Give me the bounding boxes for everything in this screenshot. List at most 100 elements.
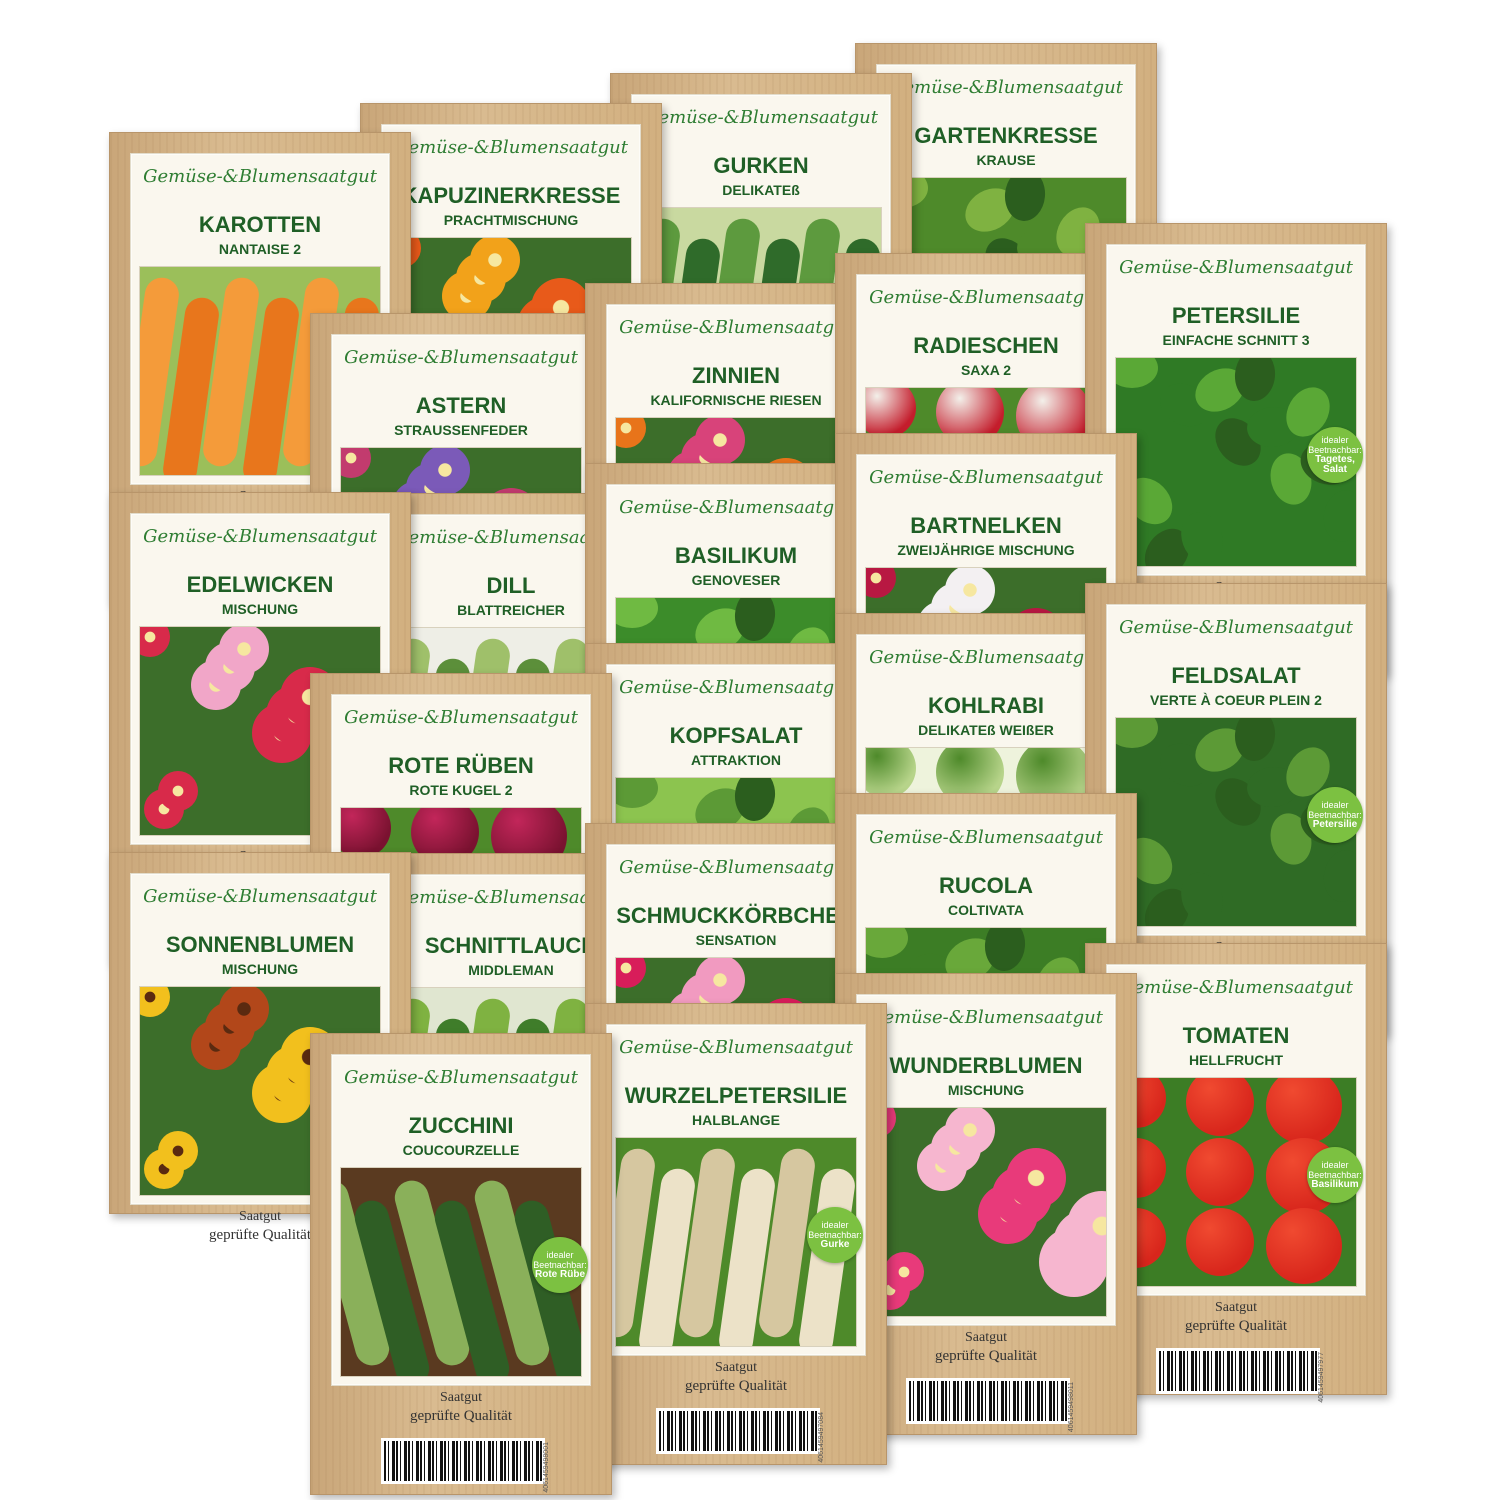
packet-title: GURKEN: [713, 153, 809, 178]
packet-title: EDELWICKEN: [186, 572, 334, 597]
packet-variety: DELIKATEß WEIßER: [918, 722, 1054, 738]
packet-title: FELDSALAT: [1171, 663, 1301, 688]
badge-text: Rote Rübe: [535, 1269, 585, 1280]
barcode: [1156, 1348, 1320, 1394]
photo-detail: [1319, 846, 1356, 906]
photo-detail: [945, 568, 995, 615]
packet-label-card: Gemüse-&Blumensaatgut WURZELPETERSILIE HAL…: [606, 1024, 866, 1356]
badge-text: idealer: [821, 1220, 849, 1230]
photo-detail: [866, 928, 908, 958]
photo-detail: [1266, 1078, 1342, 1144]
brand-script: Gemüse-&Blumensaatgut: [869, 287, 1103, 308]
brand-script: Gemüse-&Blumensaatgut: [869, 647, 1103, 668]
badge-text: Basilikum: [1311, 1179, 1359, 1190]
photo-detail: [945, 1108, 995, 1155]
companion-plant-badge: idealer Beetnachbar: Gurke: [807, 1207, 863, 1263]
badge-text: idealer: [1321, 435, 1349, 445]
packet-variety: COLTIVATA: [948, 902, 1024, 918]
packet-title: KAROTTEN: [198, 212, 322, 237]
packet-label-card: Gemüse-&Blumensaatgut WUNDERBLUMEN MISCHUN…: [856, 994, 1116, 1326]
brand-script: Gemüse-&Blumensaatgut: [344, 707, 578, 728]
packet-title: RUCOLA: [938, 873, 1034, 898]
packet-variety: NANTAISE 2: [218, 241, 302, 257]
packet-variety: VERTE À COEUR PLEIN 2: [1150, 692, 1322, 708]
photo-detail: [695, 418, 745, 465]
packet-variety: HALBLANGE: [692, 1112, 780, 1128]
photo-detail: [158, 771, 198, 811]
brand-script: Gemüse-&Blumensaatgut: [889, 77, 1123, 98]
packet-variety: SAXA 2: [960, 362, 1012, 378]
brand-script: Gemüse-&Blumensaatgut: [344, 347, 578, 368]
packet-title: SONNENBLUMEN: [165, 932, 355, 957]
photo-detail: [140, 627, 170, 657]
packet-title: GARTENKRESSE: [914, 123, 1098, 148]
photo-detail: [341, 448, 371, 478]
brand-script: Gemüse-&Blumensaatgut: [143, 166, 377, 187]
photo-detail: [616, 418, 646, 448]
packet-variety: MISCHUNG: [221, 961, 299, 977]
packet-variety: COUCOURZELLE: [402, 1142, 520, 1158]
badge-text: idealer: [546, 1250, 574, 1260]
packet-label-card: Gemüse-&Blumensaatgut TOMATEN HELLFRUCHT id…: [1106, 964, 1366, 1296]
brand-script: Gemüse-&Blumensaatgut: [619, 857, 853, 878]
packet-title: BASILIKUM: [674, 543, 798, 568]
packet-variety: ROTE KUGEL 2: [409, 782, 513, 798]
brand-script: Gemüse-&Blumensaatgut: [344, 1067, 578, 1088]
packet-title: ZINNIEN: [692, 363, 780, 388]
photo-detail: [420, 448, 470, 495]
brand-script: Gemüse-&Blumensaatgut: [644, 107, 878, 128]
seed-packet-parsnip: Gemüse-&Blumensaatgut WURZELPETERSILIE HAL…: [585, 1003, 887, 1465]
photo-detail: [1116, 358, 1158, 388]
brand-script: Gemüse-&Blumensaatgut: [143, 526, 377, 547]
barcode-number: 4061459498011: [1068, 1382, 1075, 1433]
badge-text: Petersilie: [1312, 819, 1358, 830]
packet-variety: ATTRAKTION: [691, 752, 781, 768]
footer-saatgut: Saatgut: [440, 1390, 482, 1405]
packet-title: TOMATEN: [1182, 1023, 1290, 1048]
photo-detail: [616, 598, 658, 628]
barcode-number: 4061459498001: [543, 1442, 550, 1493]
photo-detail: [1006, 1148, 1066, 1208]
photo-detail: [1319, 486, 1356, 546]
packet-variety: PRACHTMISCHUNG: [443, 212, 579, 228]
packet-title: KOHLRABI: [927, 693, 1045, 718]
packet-title: KAPUZINERKRESSE: [401, 183, 621, 208]
brand-script: Gemüse-&Blumensaatgut: [1119, 257, 1353, 278]
packet-label-card: Gemüse-&Blumensaatgut FELDSALAT VERTE À CO…: [1106, 604, 1366, 936]
photo-detail: [1116, 718, 1158, 748]
footer-saatgut: Saatgut: [715, 1360, 757, 1375]
photo-detail: [616, 958, 646, 988]
brand-script: Gemüse-&Blumensaatgut: [869, 1007, 1103, 1028]
photo-detail: [866, 748, 916, 798]
packet-title: BARTNELKEN: [910, 513, 1062, 538]
photo-detail: [341, 808, 391, 858]
seed-packet-zucchini: Gemüse-&Blumensaatgut ZUCCHINI COUCOURZELL…: [310, 1033, 612, 1495]
badge-text: Gurke: [820, 1239, 850, 1250]
packet-variety: ZWEIJÄHRIGE MISCHUNG: [897, 542, 1075, 558]
photo-detail: [616, 778, 658, 808]
packet-title: KOPFSALAT: [669, 723, 803, 748]
footer-quality: geprüfte Qualität: [684, 1378, 788, 1394]
brand-script: Gemüse-&Blumensaatgut: [1119, 977, 1353, 998]
barcode-number: 4061459497084: [818, 1412, 825, 1463]
packet-title: ASTERN: [415, 393, 507, 418]
packet-label-card: Gemüse-&Blumensaatgut ZUCCHINI COUCOURZELL…: [331, 1054, 591, 1386]
packet-variety: DELIKATEß: [722, 182, 800, 198]
packet-variety: MISCHUNG: [947, 1082, 1025, 1098]
packet-variety: EINFACHE SCHNITT 3: [1162, 332, 1310, 348]
brand-script: Gemüse-&Blumensaatgut: [143, 886, 377, 907]
photo-detail: [1266, 1208, 1342, 1284]
packet-title: WURZELPETERSILIE: [624, 1083, 848, 1108]
brand-script: Gemüse-&Blumensaatgut: [869, 467, 1103, 488]
brand-script: Gemüse-&Blumensaatgut: [619, 497, 853, 518]
barcode: [656, 1408, 820, 1454]
photo-detail: [695, 958, 745, 1005]
photo-detail: [1186, 1208, 1254, 1276]
brand-script: Gemüse-&Blumensaatgut: [1119, 617, 1353, 638]
companion-plant-badge: idealer Beetnachbar: Basilikum: [1307, 1147, 1363, 1203]
badge-text: Tagetes, Salat: [1315, 454, 1355, 475]
photo-detail: [158, 1131, 198, 1171]
packet-title: ZUCCHINI: [408, 1113, 514, 1138]
companion-plant-badge: idealer Beetnachbar: Petersilie: [1307, 787, 1363, 843]
photo-detail: [470, 238, 520, 285]
